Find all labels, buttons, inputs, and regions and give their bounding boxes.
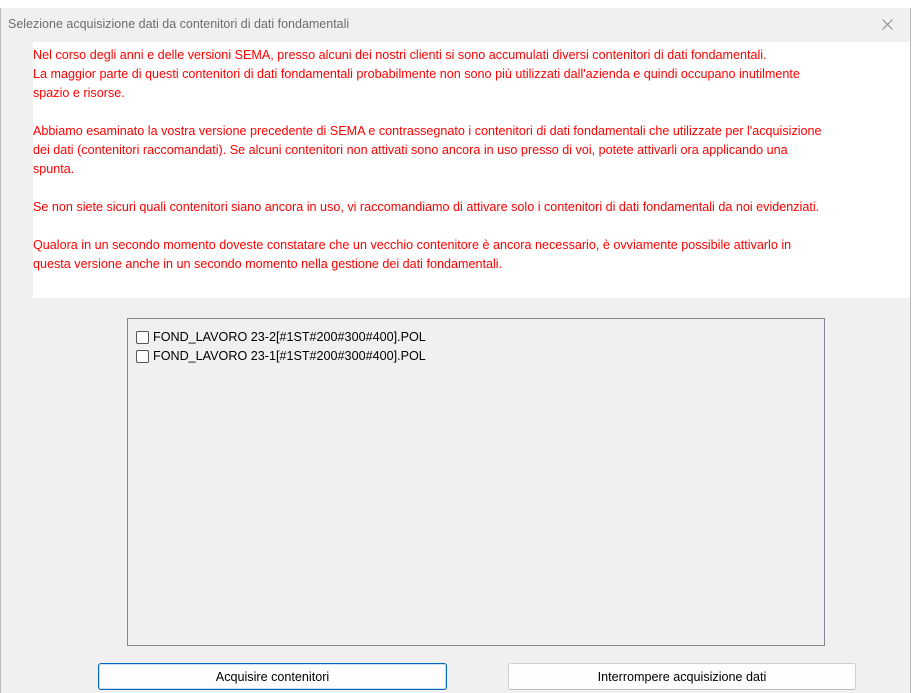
info-paragraph: Qualora in un secondo momento doveste co…	[33, 238, 792, 271]
title-bar: Selezione acquisizione dati da contenito…	[1, 8, 910, 40]
close-button[interactable]	[864, 8, 910, 40]
container-checkbox[interactable]	[136, 349, 149, 363]
info-panel: Nel corso degli anni e delle versioni SE…	[33, 42, 910, 298]
container-checkbox[interactable]	[136, 330, 149, 344]
close-icon	[881, 18, 893, 30]
list-item[interactable]: FOND_LAVORO 23-1[#1ST#200#300#400].POL	[136, 347, 426, 365]
container-label: FOND_LAVORO 23-2[#1ST#200#300#400].POL	[153, 330, 426, 344]
cancel-acquisition-button[interactable]: Interrompere acquisizione dati	[508, 663, 856, 690]
list-item[interactable]: FOND_LAVORO 23-2[#1ST#200#300#400].POL	[136, 328, 426, 346]
container-label: FOND_LAVORO 23-1[#1ST#200#300#400].POL	[153, 349, 426, 363]
info-paragraph: Se non siete sicuri quali contenitori si…	[33, 200, 820, 214]
info-paragraph: Nel corso degli anni e delle versioni SE…	[33, 48, 800, 100]
info-paragraph: Abbiamo esaminato la vostra versione pre…	[33, 124, 822, 176]
container-list[interactable]: FOND_LAVORO 23-2[#1ST#200#300#400].POL F…	[127, 318, 825, 646]
acquire-containers-button[interactable]: Acquisire contenitori	[98, 663, 447, 690]
window-title: Selezione acquisizione dati da contenito…	[8, 17, 350, 31]
